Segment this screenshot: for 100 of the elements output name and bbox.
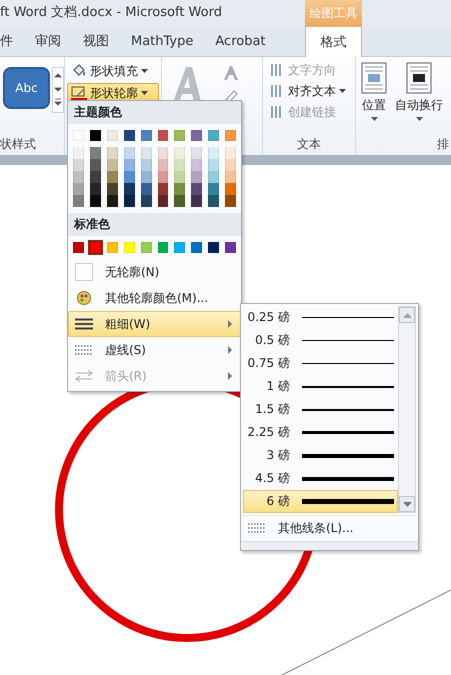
color-swatch[interactable] (124, 159, 135, 171)
line-weight-option[interactable]: 0.25 磅 (243, 306, 398, 329)
scroll-up-button[interactable] (399, 307, 415, 323)
color-swatch[interactable] (191, 159, 202, 171)
color-swatch[interactable] (106, 147, 118, 159)
group-label: 文本 (296, 136, 322, 153)
color-swatch[interactable] (158, 171, 168, 183)
color-swatch[interactable] (208, 130, 220, 141)
text-group-button[interactable]: 对齐文本 (265, 81, 353, 101)
color-swatch[interactable] (158, 159, 168, 171)
color-swatch[interactable] (73, 195, 84, 207)
shape-fill-button[interactable]: 形状填充 (67, 61, 159, 81)
line-weight-option[interactable]: 1.5 磅 (243, 398, 398, 421)
color-swatch[interactable] (174, 195, 186, 207)
menu-item[interactable]: 无轮廓(N) (68, 259, 241, 285)
color-swatch[interactable] (73, 147, 84, 159)
ribbon-tab[interactable]: 格式 (305, 26, 362, 57)
color-swatch[interactable] (174, 242, 186, 253)
color-swatch[interactable] (106, 183, 118, 195)
ribbon-tab[interactable]: MathType (131, 26, 194, 56)
color-swatch[interactable] (73, 159, 84, 171)
color-swatch[interactable] (225, 183, 236, 195)
line-weight-option[interactable]: 0.75 磅 (243, 352, 398, 375)
color-swatch[interactable] (158, 195, 168, 207)
color-swatch[interactable] (225, 242, 236, 253)
color-swatch[interactable] (106, 171, 118, 183)
color-swatch[interactable] (90, 195, 101, 207)
scroll-down-button[interactable] (399, 496, 415, 512)
color-swatch[interactable] (73, 242, 84, 253)
menu-item[interactable]: 其他轮廓颜色(M)... (68, 285, 241, 311)
line-weight-option[interactable]: 1 磅 (243, 375, 398, 398)
color-swatch[interactable] (208, 171, 220, 183)
color-swatch[interactable] (124, 242, 135, 253)
color-swatch[interactable] (191, 147, 202, 159)
color-swatch[interactable] (90, 183, 101, 195)
color-swatch[interactable] (73, 171, 84, 183)
color-swatch[interactable] (106, 195, 118, 207)
color-swatch[interactable] (208, 159, 220, 171)
line-weight-option[interactable]: 2.25 磅 (243, 421, 398, 444)
color-swatch[interactable] (158, 147, 168, 159)
color-swatch[interactable] (140, 183, 152, 195)
color-swatch[interactable] (225, 147, 236, 159)
arrange-button[interactable]: 位置 (358, 60, 390, 123)
color-swatch[interactable] (140, 195, 152, 207)
line-weight-option[interactable]: 3 磅 (243, 444, 398, 467)
color-swatch[interactable] (208, 147, 220, 159)
color-swatch[interactable] (174, 183, 186, 195)
color-swatch[interactable] (225, 159, 236, 171)
color-swatch[interactable] (73, 183, 84, 195)
color-swatch[interactable] (208, 183, 220, 195)
color-swatch[interactable] (140, 159, 152, 171)
color-swatch[interactable] (208, 195, 220, 207)
menu-item[interactable]: 虚线(S) (68, 337, 241, 363)
line-weight-option[interactable]: 0.5 磅 (243, 329, 398, 352)
color-swatch[interactable] (191, 195, 202, 207)
color-swatch[interactable] (158, 242, 168, 253)
gallery-scroll-buttons[interactable] (52, 67, 64, 113)
color-swatch[interactable] (174, 147, 186, 159)
color-swatch[interactable] (191, 183, 202, 195)
line-weight-option[interactable]: 4.5 磅 (243, 467, 398, 490)
color-swatch[interactable] (158, 183, 168, 195)
color-swatch[interactable] (90, 171, 101, 183)
color-swatch[interactable] (124, 195, 135, 207)
line-weight-option[interactable]: 6 磅 (243, 490, 398, 513)
color-swatch[interactable] (140, 171, 152, 183)
shape-style-button[interactable]: Abc (3, 67, 50, 109)
color-swatch[interactable] (158, 130, 168, 141)
color-swatch[interactable] (191, 242, 202, 253)
resize-grip[interactable] (241, 541, 418, 550)
color-swatch[interactable] (106, 130, 118, 141)
color-swatch[interactable] (106, 159, 118, 171)
color-swatch[interactable] (225, 130, 236, 141)
color-swatch[interactable] (191, 171, 202, 183)
color-swatch[interactable] (90, 242, 101, 253)
ribbon-tab[interactable]: 件 (0, 26, 13, 56)
context-tab-header: 绘图工具 (305, 0, 362, 26)
color-swatch[interactable] (124, 130, 135, 141)
color-swatch[interactable] (140, 242, 152, 253)
ribbon-tab[interactable]: 视图 (83, 26, 109, 56)
color-swatch[interactable] (225, 195, 236, 207)
menu-item[interactable]: 粗细(W) (68, 311, 241, 337)
color-swatch[interactable] (174, 171, 186, 183)
ribbon-tab[interactable]: Acrobat (215, 26, 266, 56)
color-swatch[interactable] (124, 183, 135, 195)
color-swatch[interactable] (140, 130, 152, 141)
color-swatch[interactable] (225, 171, 236, 183)
color-swatch[interactable] (124, 171, 135, 183)
arrange-button[interactable]: 自动换行 (392, 60, 446, 123)
color-swatch[interactable] (174, 130, 186, 141)
color-swatch[interactable] (208, 242, 220, 253)
color-swatch[interactable] (90, 147, 101, 159)
color-swatch[interactable] (90, 130, 101, 141)
scrollbar[interactable] (398, 306, 416, 513)
color-swatch[interactable] (124, 147, 135, 159)
color-swatch[interactable] (140, 147, 152, 159)
color-swatch[interactable] (191, 130, 202, 141)
color-swatch[interactable] (90, 159, 101, 171)
ribbon-tab[interactable]: 审阅 (35, 26, 61, 56)
color-swatch[interactable] (106, 242, 118, 253)
color-swatch[interactable] (174, 159, 186, 171)
